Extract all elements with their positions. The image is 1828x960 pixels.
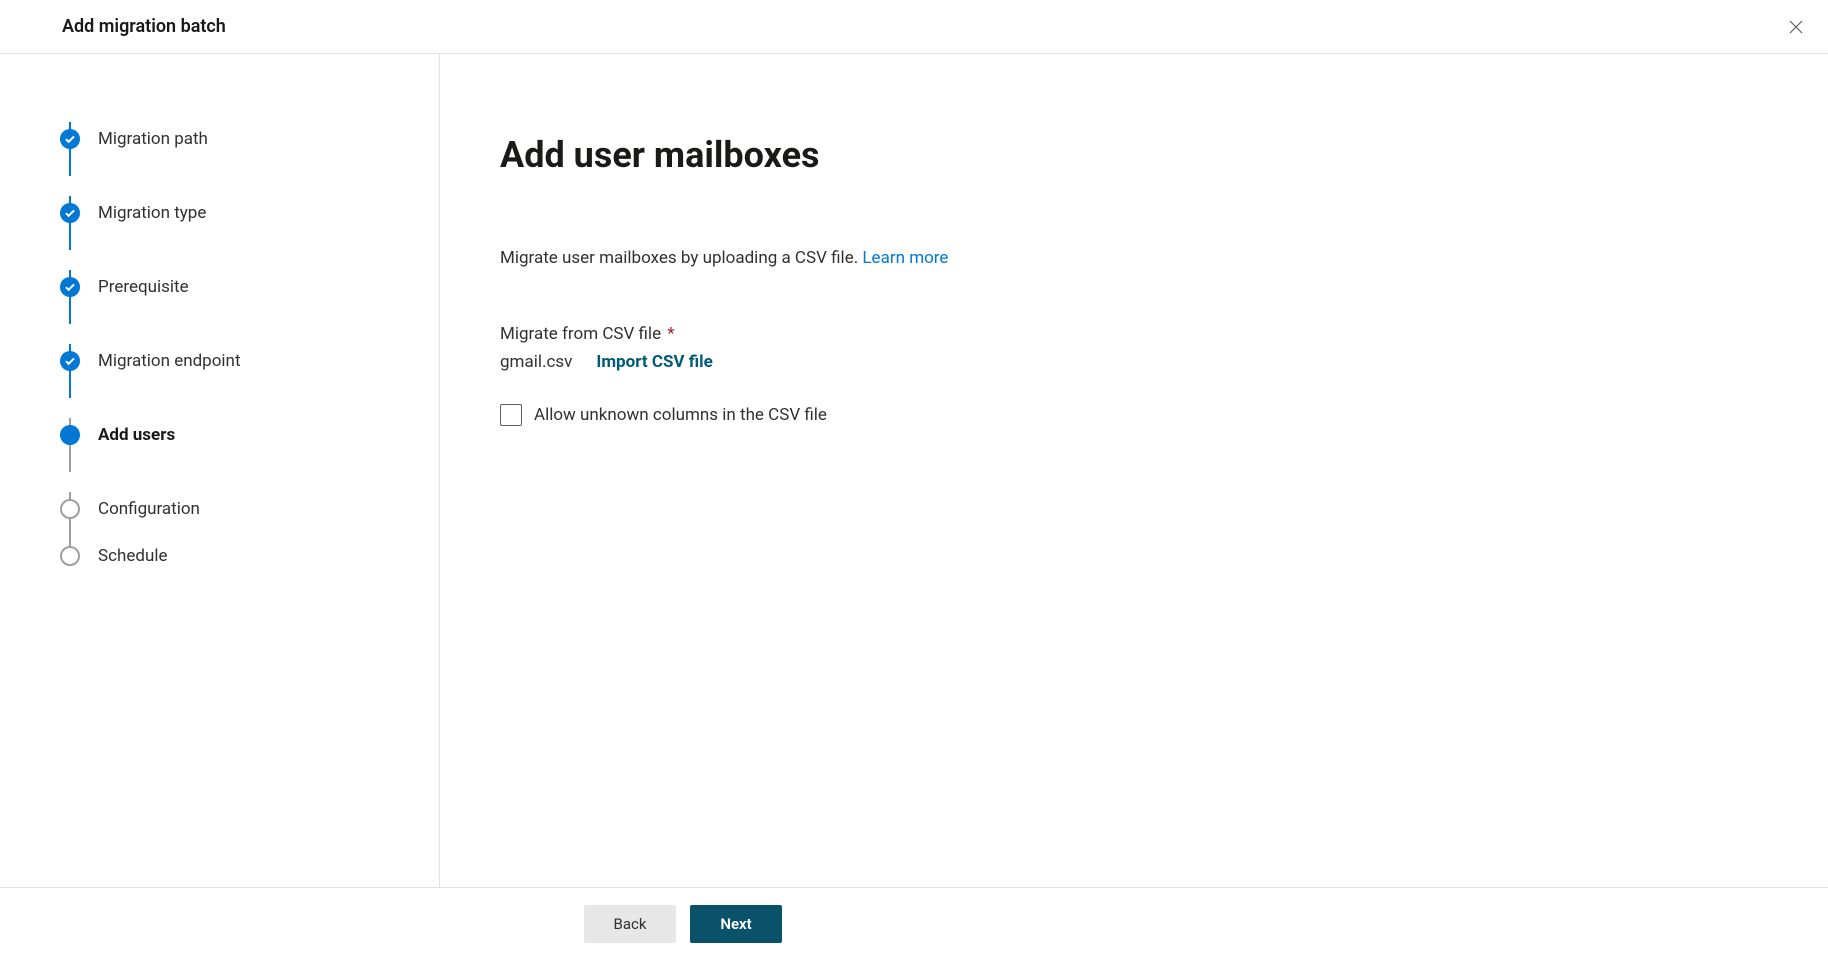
page-title: Add user mailboxes xyxy=(500,134,1768,176)
close-button[interactable] xyxy=(1784,15,1808,39)
step-configuration: Configuration xyxy=(60,472,415,546)
step-label: Add users xyxy=(98,425,175,445)
import-csv-button[interactable]: Import CSV file xyxy=(596,352,712,372)
dialog-footer: Back Next xyxy=(0,888,1828,960)
step-label: Migration endpoint xyxy=(98,351,241,371)
close-icon xyxy=(1788,19,1804,35)
step-label: Migration path xyxy=(98,129,208,149)
wizard-sidebar: Migration path Migration type Prerequisi… xyxy=(0,54,440,887)
step-indicator-completed xyxy=(60,203,80,223)
dialog-header: Add migration batch xyxy=(0,0,1828,54)
step-indicator-current xyxy=(60,425,80,445)
learn-more-link[interactable]: Learn more xyxy=(862,248,948,268)
description: Migrate user mailboxes by uploading a CS… xyxy=(500,248,1768,268)
allow-unknown-columns-checkbox[interactable] xyxy=(500,404,522,426)
step-indicator-completed xyxy=(60,129,80,149)
checkbox-label: Allow unknown columns in the CSV file xyxy=(534,405,827,425)
csv-field-label: Migrate from CSV file * xyxy=(500,324,1768,344)
step-label: Configuration xyxy=(98,499,200,519)
step-label: Schedule xyxy=(98,546,167,566)
selected-file-name: gmail.csv xyxy=(500,352,572,372)
step-add-users[interactable]: Add users xyxy=(60,398,415,472)
step-label: Prerequisite xyxy=(98,277,189,297)
back-button[interactable]: Back xyxy=(584,905,676,943)
required-indicator: * xyxy=(663,324,675,344)
dialog-title: Add migration batch xyxy=(62,16,226,37)
field-label-text: Migrate from CSV file xyxy=(500,324,661,344)
check-icon xyxy=(64,281,76,293)
dialog-body: Migration path Migration type Prerequisi… xyxy=(0,54,1828,888)
allow-unknown-columns-row: Allow unknown columns in the CSV file xyxy=(500,404,1768,426)
step-indicator-completed xyxy=(60,351,80,371)
step-indicator-pending xyxy=(60,546,80,566)
next-button[interactable]: Next xyxy=(690,905,782,943)
step-label: Migration type xyxy=(98,203,206,223)
check-icon xyxy=(64,133,76,145)
step-indicator-completed xyxy=(60,277,80,297)
step-migration-type[interactable]: Migration type xyxy=(60,176,415,250)
step-indicator-pending xyxy=(60,499,80,519)
check-icon xyxy=(64,207,76,219)
wizard-steps: Migration path Migration type Prerequisi… xyxy=(60,102,415,576)
step-schedule: Schedule xyxy=(60,546,415,576)
step-migration-path[interactable]: Migration path xyxy=(60,102,415,176)
description-text: Migrate user mailboxes by uploading a CS… xyxy=(500,248,862,268)
main-content: Add user mailboxes Migrate user mailboxe… xyxy=(440,54,1828,887)
check-icon xyxy=(64,355,76,367)
step-migration-endpoint[interactable]: Migration endpoint xyxy=(60,324,415,398)
step-prerequisite[interactable]: Prerequisite xyxy=(60,250,415,324)
file-row: gmail.csv Import CSV file xyxy=(500,352,1768,372)
